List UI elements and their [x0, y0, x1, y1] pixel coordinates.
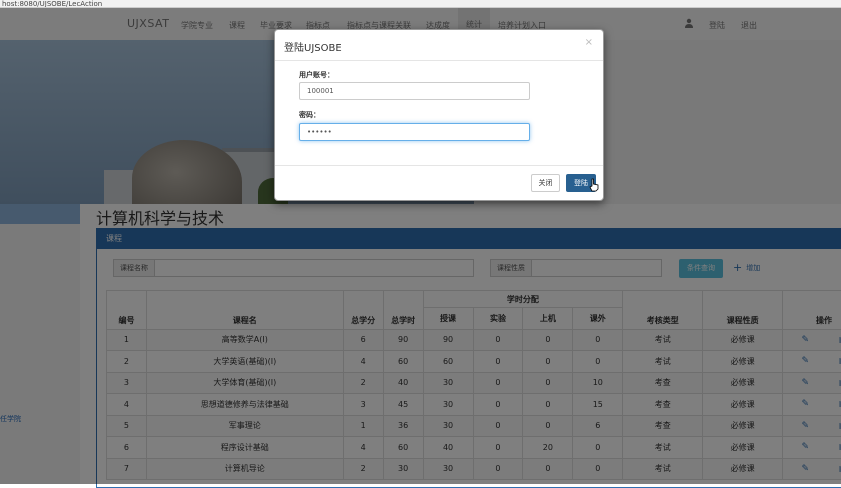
password-label: 密码： [299, 110, 320, 120]
address-bar[interactable]: host:8080/UJSOBE/LecAction [0, 0, 841, 8]
username-input[interactable]: 100001 [299, 82, 530, 100]
hand-cursor-icon [589, 178, 599, 192]
username-label: 用户账号： [299, 70, 334, 80]
login-modal: 登陆UJSOBE × 用户账号： 100001 密码： •••••• 关闭 登陆 [274, 29, 604, 201]
close-icon[interactable]: × [585, 37, 593, 48]
password-input[interactable]: •••••• [299, 123, 530, 141]
close-button[interactable]: 关闭 [531, 174, 560, 192]
modal-title: 登陆UJSOBE [284, 39, 342, 54]
